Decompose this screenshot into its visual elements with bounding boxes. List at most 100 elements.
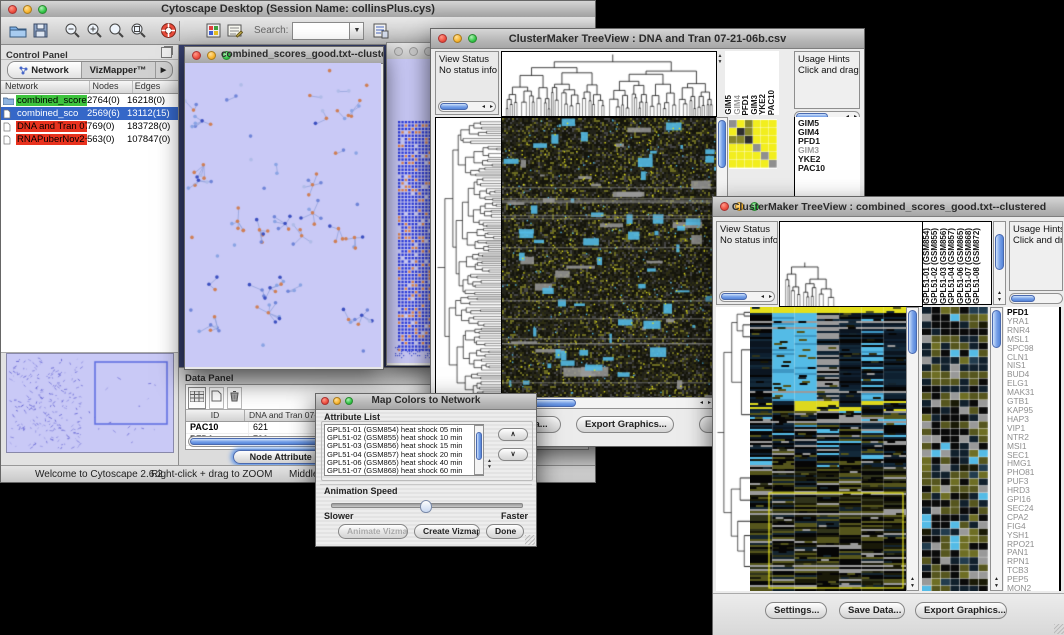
tv1-row-dendrogram[interactable] bbox=[435, 117, 503, 399]
done-button[interactable]: Done bbox=[486, 524, 524, 539]
tv2-view-status: View Status No status info f ◂▸ bbox=[716, 221, 778, 305]
close-button[interactable] bbox=[192, 51, 201, 60]
network-row[interactable]: combined_scores2764(0)16218(0) bbox=[1, 94, 178, 107]
column-label[interactable]: GPL51-08 (GSM872) bbox=[973, 228, 981, 304]
dialog-title: Map Colors to Network bbox=[316, 395, 536, 406]
tv1-column-dendrogram[interactable] bbox=[501, 51, 717, 117]
new-attribute-icon[interactable] bbox=[209, 387, 224, 409]
network-window-1-titlebar[interactable]: combined_scores_good.txt--cluste... bbox=[185, 47, 383, 64]
scrollbar-thumb[interactable] bbox=[908, 310, 917, 354]
tv2-status-scrollbar[interactable]: ◂▸ bbox=[719, 291, 775, 302]
gene-list-item[interactable]: MON2 bbox=[1007, 584, 1059, 591]
file-icon bbox=[3, 109, 14, 118]
scrollbar-thumb[interactable] bbox=[721, 293, 747, 300]
view-status-text: No status info f bbox=[436, 65, 498, 76]
tv2-heatmap-vscrollbar[interactable]: ▲ ▼ bbox=[906, 307, 919, 591]
scroll-down-arrow[interactable]: ▼ bbox=[994, 298, 1005, 303]
scrollbar-thumb[interactable] bbox=[992, 310, 1001, 348]
tab-overflow-arrow[interactable]: ▶ bbox=[156, 62, 172, 78]
tv1-heatmap[interactable] bbox=[501, 117, 717, 399]
attribute-table-icon[interactable] bbox=[188, 387, 206, 409]
tv2-zoom-heatmap[interactable] bbox=[922, 307, 988, 591]
scrollbar-thumb[interactable] bbox=[995, 234, 1004, 270]
zoom-out-icon[interactable] bbox=[61, 20, 83, 42]
tv2-column-dendrogram[interactable] bbox=[779, 221, 923, 307]
resize-grip[interactable] bbox=[525, 535, 535, 545]
tv2-labels-vscrollbar[interactable]: ▲ ▼ bbox=[993, 221, 1006, 305]
minimize-button[interactable] bbox=[409, 47, 418, 56]
attribute-listbox[interactable]: GPL51-01 (GSM854) heat shock 05 minGPL51… bbox=[324, 424, 484, 476]
search-input[interactable] bbox=[292, 22, 350, 40]
animation-speed-slider[interactable] bbox=[331, 503, 523, 508]
zoom-fit-icon[interactable] bbox=[127, 20, 149, 42]
network-overview-canvas[interactable] bbox=[7, 354, 173, 452]
scroll-up-arrow[interactable]: ▲ bbox=[907, 577, 918, 582]
create-vizmap-button[interactable]: Create Vizmap bbox=[414, 524, 480, 539]
tab-network[interactable]: Network bbox=[8, 62, 82, 78]
network-nodes-count: 2764(0) bbox=[87, 95, 127, 106]
main-titlebar[interactable]: Cytoscape Desktop (Session Name: collins… bbox=[1, 1, 595, 18]
scroll-down-arrow[interactable]: ▼ bbox=[907, 584, 918, 589]
tv2-row-dendrogram[interactable] bbox=[716, 307, 750, 591]
scrollbar-thumb[interactable] bbox=[476, 432, 482, 460]
scrollbar-thumb[interactable] bbox=[718, 120, 726, 168]
attribute-list-arrows[interactable]: ▲▼ bbox=[487, 458, 492, 470]
tv2-genelist-vscrollbar[interactable]: ▲ ▼ bbox=[990, 307, 1003, 591]
column-label[interactable]: GPL51-04 (GSM857) bbox=[948, 228, 956, 304]
tv2-hints-scrollbar[interactable] bbox=[1009, 293, 1063, 304]
treeview2-title: ClusterMaker TreeView : combined_scores_… bbox=[713, 201, 1064, 213]
tv1-export-graphics-button[interactable]: Export Graphics... bbox=[576, 416, 674, 433]
search-dropdown-button[interactable]: ▼ bbox=[350, 22, 364, 40]
attribute-list-item[interactable]: GPL51-07 (GSM868) heat shock 60 min bbox=[327, 467, 483, 475]
treeview2-titlebar[interactable]: ClusterMaker TreeView : combined_scores_… bbox=[713, 197, 1064, 217]
control-panel: Control Panel Network VizMapper™ ▶ Netwo… bbox=[1, 45, 179, 465]
help-lifering-icon[interactable] bbox=[157, 20, 179, 42]
slower-label: Slower bbox=[324, 511, 354, 521]
close-button[interactable] bbox=[394, 47, 403, 56]
minimize-button[interactable] bbox=[207, 51, 216, 60]
network-table: combined_scores2764(0)16218(0)combined_s… bbox=[1, 94, 178, 146]
tv1-zoom-heatmap[interactable] bbox=[729, 119, 777, 169]
attribute-list-vscrollbar[interactable] bbox=[474, 425, 484, 475]
zoom-selected-icon[interactable] bbox=[105, 20, 127, 42]
network-row[interactable]: RNAPuberNov2+563(0)107847(0) bbox=[1, 133, 178, 146]
scrollbar-thumb[interactable] bbox=[1011, 295, 1035, 302]
scroll-up-arrow[interactable]: ▲ bbox=[994, 291, 1005, 296]
report-icon[interactable] bbox=[370, 20, 392, 42]
zoom-in-icon[interactable] bbox=[83, 20, 105, 42]
dialog-titlebar[interactable]: Map Colors to Network bbox=[316, 394, 536, 410]
tab-vizmapper[interactable]: VizMapper™ bbox=[82, 62, 156, 78]
tv2-save-data-button[interactable]: Save Data... bbox=[839, 602, 905, 619]
tv2-settings-button[interactable]: Settings... bbox=[765, 602, 827, 619]
tv1-dendro-arrows[interactable]: ▲▼ bbox=[716, 53, 724, 65]
treeview1-titlebar[interactable]: ClusterMaker TreeView : DNA and Tran 07-… bbox=[431, 29, 864, 49]
slider-thumb[interactable] bbox=[420, 500, 432, 513]
animation-speed-label: Animation Speed bbox=[324, 486, 398, 496]
data-row-id: PAC10 bbox=[186, 422, 249, 433]
tv2-heatmap[interactable] bbox=[750, 307, 906, 591]
animate-vizmap-button[interactable]: Animate Vizmap bbox=[338, 524, 408, 539]
delete-attribute-icon[interactable] bbox=[227, 387, 242, 409]
treeview1-title: ClusterMaker TreeView : DNA and Tran 07-… bbox=[431, 33, 864, 45]
move-up-button[interactable]: ∧ bbox=[498, 428, 528, 441]
data-table-id-header[interactable]: ID bbox=[186, 410, 245, 421]
column-label[interactable]: PAC10 bbox=[768, 90, 777, 115]
tv2-export-graphics-button[interactable]: Export Graphics... bbox=[915, 602, 1007, 619]
scroll-up-arrow[interactable]: ▲ bbox=[991, 577, 1002, 582]
view-status-label: View Status bbox=[717, 222, 777, 235]
float-panel-icon[interactable] bbox=[161, 47, 172, 58]
network-row[interactable]: combined_sco2569(6)13112(15) bbox=[1, 107, 178, 120]
tv1-status-scrollbar[interactable]: ◂▸ bbox=[438, 101, 496, 112]
network-row[interactable]: DNA and Tran 07769(0)183728(0) bbox=[1, 120, 178, 133]
vizmapper-grid-icon[interactable] bbox=[202, 20, 224, 42]
network-overview[interactable] bbox=[6, 353, 174, 453]
network-name: DNA and Tran 07 bbox=[16, 121, 87, 132]
scrollbar-thumb[interactable] bbox=[440, 103, 468, 110]
annotation-note-icon[interactable] bbox=[224, 20, 246, 42]
open-folder-icon[interactable] bbox=[7, 20, 29, 42]
row-label[interactable]: PAC10 bbox=[798, 164, 860, 173]
save-icon[interactable] bbox=[29, 20, 51, 42]
scroll-down-arrow[interactable]: ▼ bbox=[991, 584, 1002, 589]
move-down-button[interactable]: ∨ bbox=[498, 448, 528, 461]
network-view-1-canvas[interactable] bbox=[185, 63, 381, 367]
